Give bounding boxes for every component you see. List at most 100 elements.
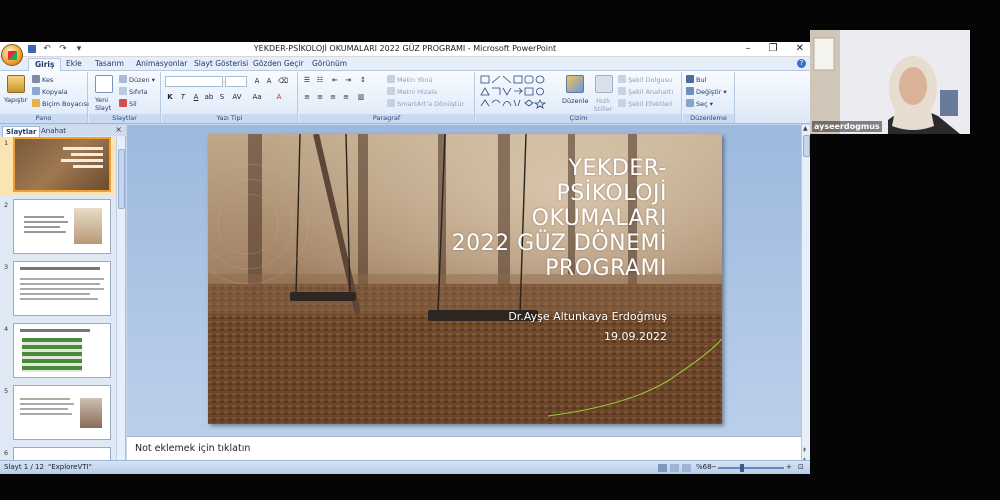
shape-effects-button[interactable]: Şekil Efektleri xyxy=(618,99,673,109)
font-name-box[interactable] xyxy=(165,76,223,87)
paste-button[interactable]: Yapıştır xyxy=(4,96,27,105)
numbering-icon[interactable]: ☷ xyxy=(315,75,325,85)
shapes-gallery[interactable] xyxy=(480,75,556,109)
replace-button[interactable]: Değiştir ▾ xyxy=(686,87,727,97)
cursor-icon xyxy=(686,99,694,107)
text-direction-label: Metin Yönü xyxy=(397,76,433,84)
tab-gozden-gecir[interactable]: Gözden Geçir xyxy=(247,58,310,71)
screen-share-view: ↶ ↷ ▾ YEKDER-PSİKOLOJİ OKUMALARI 2022 GÜ… xyxy=(0,0,1000,500)
layout-button[interactable]: Düzen ▾ xyxy=(119,75,155,85)
close-panel-icon[interactable]: × xyxy=(115,125,122,134)
tab-animasyonlar[interactable]: Animasyonlar xyxy=(130,58,193,71)
zoom-out-icon[interactable]: − xyxy=(711,463,717,471)
find-button[interactable]: Bul xyxy=(686,75,706,85)
text-direction-button[interactable]: Metin Yönü xyxy=(387,75,432,85)
spacing-icon[interactable]: AV xyxy=(232,92,242,102)
clear-format-icon[interactable]: ⌫ xyxy=(278,76,288,86)
slide-date[interactable]: 19.09.2022 xyxy=(604,330,667,343)
shadow-icon[interactable]: S xyxy=(217,92,227,102)
office-button[interactable] xyxy=(1,44,23,66)
slide-thumb-1[interactable]: 1 xyxy=(0,137,116,195)
current-slide[interactable]: YEKDER- PSİKOLOJİ OKUMALARI 2022 GÜZ DÖN… xyxy=(208,134,722,424)
shape-fill-label: Şekil Dolgusu xyxy=(628,76,673,84)
reset-button[interactable]: Sıfırla xyxy=(119,87,148,97)
tab-ekle[interactable]: Ekle xyxy=(60,58,88,71)
grow-font-icon[interactable]: A xyxy=(252,76,262,86)
tab-tasarim[interactable]: Tasarım xyxy=(89,58,130,71)
zoom-level[interactable]: %68 xyxy=(696,463,712,471)
align-left-icon[interactable]: ≡ xyxy=(302,92,312,102)
panel-scrollbar[interactable] xyxy=(116,137,125,460)
increase-indent-icon[interactable]: ⇥ xyxy=(343,75,353,85)
shape-fill-button[interactable]: Şekil Dolgusu xyxy=(618,75,672,85)
shape-outline-button[interactable]: Şekil Anahattı xyxy=(618,87,673,97)
group-pano: Yapıştır Kes Kopyala Biçim Boyacısı Pano xyxy=(0,72,89,123)
slideshow-icon[interactable] xyxy=(682,464,691,472)
italic-icon[interactable]: T xyxy=(178,92,188,102)
bullets-icon[interactable]: ☰ xyxy=(302,75,312,85)
justify-icon[interactable]: ≡ xyxy=(341,92,351,102)
arrange-button[interactable]: Düzenle xyxy=(562,97,588,106)
slide-author[interactable]: Dr.Ayşe Altunkaya Erdoğmuş xyxy=(508,310,667,323)
close-icon[interactable]: ✕ xyxy=(796,42,804,56)
change-case-icon[interactable]: Aa xyxy=(252,92,262,102)
tab-slayt-gosterisi[interactable]: Slayt Gösterisi xyxy=(188,58,254,71)
new-slide-button[interactable]: Yeni Slayt xyxy=(95,96,119,112)
zoom-in-icon[interactable]: + xyxy=(786,463,792,471)
tab-gorunum[interactable]: Görünüm xyxy=(306,58,353,71)
align-center-icon[interactable]: ≡ xyxy=(315,92,325,102)
font-color-icon[interactable]: A xyxy=(274,92,284,102)
slide-thumb-5[interactable]: 5 xyxy=(0,385,116,443)
columns-icon[interactable]: ▥ xyxy=(356,92,366,102)
minimize-icon[interactable]: – xyxy=(746,42,751,56)
scroll-up-icon[interactable]: ▲ xyxy=(803,125,808,132)
status-bar: Slayt 1 / 12 "ExploreVTI" %68 − + ⊡ xyxy=(0,460,810,474)
new-slide-icon[interactable] xyxy=(95,75,113,93)
maximize-icon[interactable]: ❐ xyxy=(769,42,778,56)
group-label-yazi-tipi: Yazı Tipi xyxy=(162,114,297,123)
smartart-button[interactable]: SmartArt'a Dönüştür xyxy=(387,99,464,109)
arrange-icon[interactable] xyxy=(566,75,584,93)
tab-slaytlar[interactable]: Slaytlar xyxy=(2,126,41,137)
quick-styles-button[interactable]: Hızlı Stiller xyxy=(590,97,616,113)
title-line: PROGRAMI xyxy=(545,256,667,281)
select-button[interactable]: Seç ▾ xyxy=(686,99,713,109)
help-icon[interactable]: ? xyxy=(797,59,806,68)
format-painter-button[interactable]: Biçim Boyacısı xyxy=(32,99,89,109)
line-spacing-icon[interactable]: ↕ xyxy=(358,75,368,85)
quick-styles-icon[interactable] xyxy=(595,75,613,93)
delete-label: Sil xyxy=(129,100,137,108)
slide-sorter-icon[interactable] xyxy=(670,464,679,472)
align-text-label: Metni Hizala xyxy=(397,88,438,96)
fit-window-icon[interactable]: ⊡ xyxy=(798,463,804,471)
notes-placeholder: Not eklemek için tıklatın xyxy=(135,443,251,454)
copy-button[interactable]: Kopyala xyxy=(32,87,68,97)
slide-scroll-thumb[interactable] xyxy=(803,135,810,157)
notes-pane[interactable]: Not eklemek için tıklatın xyxy=(127,436,801,460)
layout-icon xyxy=(119,75,127,83)
tab-anahat[interactable]: Anahat xyxy=(38,126,69,136)
strike-icon[interactable]: ab xyxy=(204,92,214,102)
zoom-slider[interactable] xyxy=(718,467,784,469)
bold-icon[interactable]: K xyxy=(165,92,175,102)
slide-title[interactable]: YEKDER- PSİKOLOJİ OKUMALARI 2022 GÜZ DÖN… xyxy=(367,156,667,281)
tab-giris[interactable]: Giriş xyxy=(28,58,62,71)
normal-view-icon[interactable] xyxy=(658,464,667,472)
zoom-slider-thumb[interactable] xyxy=(740,464,744,472)
slide-thumb-2[interactable]: 2 xyxy=(0,199,116,257)
cut-button[interactable]: Kes xyxy=(32,75,53,85)
slide-scrollbar[interactable]: ▲ ⇞ ⇟ xyxy=(801,125,810,474)
underline-icon[interactable]: A xyxy=(191,92,201,102)
font-size-box[interactable] xyxy=(225,76,247,87)
delete-slide-button[interactable]: Sil xyxy=(119,99,137,109)
shrink-font-icon[interactable]: A xyxy=(264,76,274,86)
align-text-button[interactable]: Metni Hizala xyxy=(387,87,437,97)
prev-slide-icon[interactable]: ⇞ xyxy=(802,447,807,454)
decrease-indent-icon[interactable]: ⇤ xyxy=(330,75,340,85)
slide-thumb-4[interactable]: 4 xyxy=(0,323,116,381)
align-right-icon[interactable]: ≡ xyxy=(328,92,338,102)
slide-thumb-6[interactable]: 6 xyxy=(0,447,116,460)
paste-icon[interactable] xyxy=(7,75,25,93)
slide-thumb-3[interactable]: 3 xyxy=(0,261,116,319)
panel-scroll-thumb[interactable] xyxy=(118,149,125,209)
